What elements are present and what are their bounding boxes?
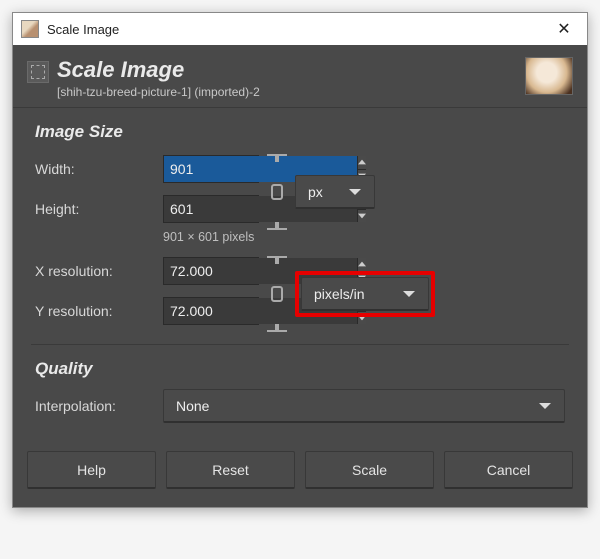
aspect-lock-icon[interactable]	[265, 156, 289, 228]
pixel-dimensions-hint: 901 × 601 pixels	[163, 230, 565, 244]
dialog-header: Scale Image [shih-tzu-breed-picture-1] (…	[13, 45, 587, 108]
dialog-subtitle: [shih-tzu-breed-picture-1] (imported)-2	[57, 85, 525, 99]
image-size-heading: Image Size	[35, 122, 565, 142]
titlebar: Scale Image ✕	[13, 13, 587, 45]
resolution-unit-callout: pixels/in	[295, 271, 435, 317]
help-button[interactable]: Help	[27, 451, 156, 489]
interpolation-label: Interpolation:	[35, 398, 163, 414]
reset-button[interactable]: Reset	[166, 451, 295, 489]
scale-icon	[27, 61, 49, 83]
height-label: Height:	[35, 201, 163, 217]
quality-heading: Quality	[35, 359, 565, 379]
chevron-down-icon	[538, 401, 552, 411]
chevron-down-icon	[402, 289, 416, 299]
window-title: Scale Image	[47, 22, 541, 37]
xres-input[interactable]	[163, 257, 259, 285]
size-unit-value: px	[308, 184, 323, 200]
resolution-lock-icon[interactable]	[265, 258, 289, 330]
chevron-down-icon	[348, 187, 362, 197]
resolution-unit-value: pixels/in	[314, 286, 365, 302]
yres-input[interactable]	[163, 297, 259, 325]
size-unit-dropdown[interactable]: px	[295, 175, 375, 209]
scale-button[interactable]: Scale	[305, 451, 434, 489]
cancel-label: Cancel	[487, 462, 531, 478]
close-icon[interactable]: ✕	[541, 13, 587, 45]
interpolation-dropdown[interactable]: None	[163, 389, 565, 423]
help-label: Help	[77, 462, 106, 478]
width-label: Width:	[35, 161, 163, 177]
reset-label: Reset	[212, 462, 249, 478]
app-icon	[21, 20, 39, 38]
cancel-button[interactable]: Cancel	[444, 451, 573, 489]
yres-label: Y resolution:	[35, 303, 163, 319]
image-thumbnail	[525, 57, 573, 95]
width-input[interactable]	[163, 155, 259, 183]
dialog-title: Scale Image	[57, 57, 525, 83]
interpolation-value: None	[176, 398, 209, 414]
resolution-unit-dropdown[interactable]: pixels/in	[301, 277, 429, 311]
dialog-footer: Help Reset Scale Cancel	[13, 435, 587, 507]
xres-label: X resolution:	[35, 263, 163, 279]
scale-image-dialog: Scale Image ✕ Scale Image [shih-tzu-bree…	[12, 12, 588, 508]
height-input[interactable]	[163, 195, 259, 223]
scale-label: Scale	[352, 462, 387, 478]
